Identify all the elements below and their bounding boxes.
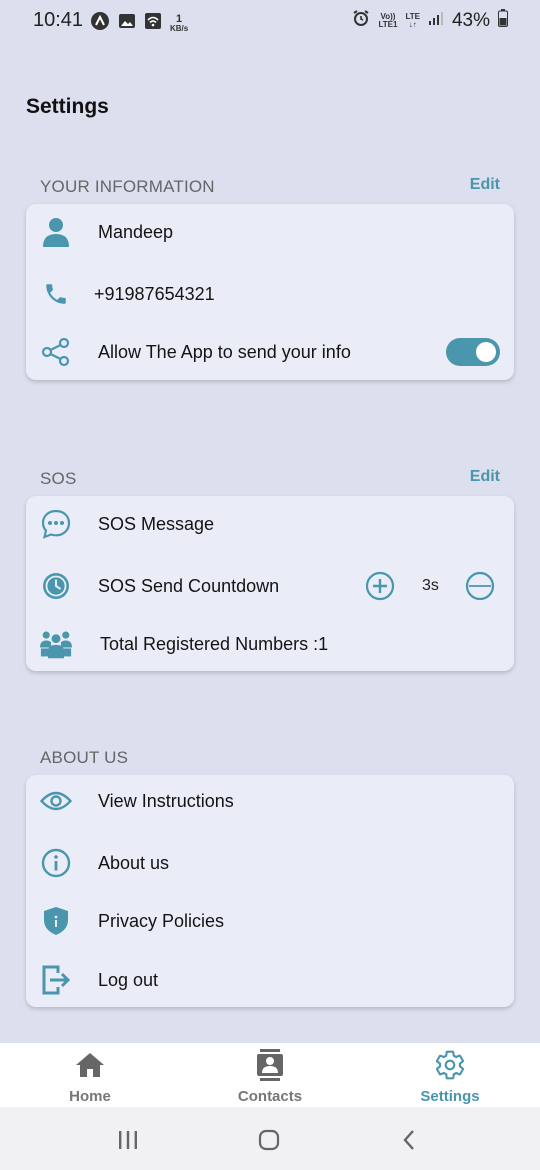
privacy-policies-label: Privacy Policies [98, 910, 225, 931]
share-info-toggle[interactable] [446, 338, 500, 366]
your-info-card: Mandeep +91987654321 Allow The App to se… [26, 204, 514, 380]
logout-row[interactable]: Log out [26, 960, 514, 1000]
contacts-icon [254, 1049, 286, 1081]
about-us-label: About us [98, 852, 170, 873]
chat-bubble-icon [40, 508, 72, 540]
battery-icon [498, 9, 508, 32]
recent-apps-button[interactable] [113, 1125, 143, 1155]
logout-icon [40, 964, 72, 996]
alarm-icon [352, 9, 370, 32]
timer-icon [40, 570, 72, 602]
signal-icon [428, 10, 444, 31]
system-nav-bar [0, 1107, 540, 1170]
increase-countdown-button[interactable] [365, 571, 395, 601]
about-card: View Instructions About us Privacy Polic… [26, 775, 514, 1007]
sos-card: SOS Message SOS Send Countdown 3s Total … [26, 496, 514, 671]
privacy-policies-row[interactable]: Privacy Policies [26, 901, 514, 941]
edit-sos-button[interactable]: Edit [470, 468, 500, 486]
net-speed: 1 KB/s [170, 13, 189, 33]
gallery-notification-icon [118, 12, 136, 35]
volte-indicator: Vo)) LTE1 [378, 11, 398, 29]
home-system-button[interactable] [254, 1125, 284, 1155]
status-bar: 10:41 1 KB/s Vo)) LTE1 LTE ↓↑ 43% [0, 0, 540, 44]
share-icon [40, 336, 72, 368]
battery-percent: 43% [451, 9, 490, 31]
sos-countdown-row: SOS Send Countdown 3s [26, 566, 514, 606]
countdown-value: 3s [422, 577, 439, 594]
name-row[interactable]: Mandeep [26, 212, 514, 252]
toggle-knob [476, 342, 496, 362]
group-icon [40, 628, 72, 660]
shield-icon [40, 905, 72, 937]
view-instructions-row[interactable]: View Instructions [26, 781, 514, 821]
share-info-label: Allow The App to send your info [98, 341, 351, 362]
nav-contacts[interactable]: Contacts [180, 1043, 360, 1107]
lte-indicator: LTE ↓↑ [405, 11, 420, 29]
wifi-box-icon [144, 12, 162, 35]
info-icon [40, 847, 72, 879]
home-icon [74, 1049, 106, 1081]
person-icon [40, 216, 72, 248]
phone-row[interactable]: +91987654321 [26, 274, 514, 314]
user-name: Mandeep [98, 221, 174, 242]
view-instructions-label: View Instructions [98, 790, 234, 811]
logout-label: Log out [98, 969, 159, 990]
nav-home[interactable]: Home [0, 1043, 180, 1107]
section-label-sos: SOS [40, 469, 77, 488]
edit-info-button[interactable]: Edit [470, 176, 500, 194]
eye-icon [40, 785, 72, 817]
bottom-nav: Home Contacts Settings [0, 1043, 540, 1107]
sos-countdown-label: SOS Send Countdown [98, 575, 280, 596]
registered-numbers-row[interactable]: Total Registered Numbers :1 [26, 624, 514, 664]
sos-message-row[interactable]: SOS Message [26, 504, 514, 544]
section-label-about: ABOUT US [40, 748, 129, 767]
page-title: Settings [26, 95, 109, 118]
status-time: 10:41 [33, 9, 84, 31]
settings-icon [434, 1049, 466, 1081]
about-us-row[interactable]: About us [26, 843, 514, 883]
share-info-row: Allow The App to send your info [26, 332, 514, 372]
nav-settings[interactable]: Settings [360, 1043, 540, 1107]
sos-message-label: SOS Message [98, 513, 215, 534]
decrease-countdown-button[interactable] [465, 571, 495, 601]
app-notification-icon [90, 11, 110, 36]
phone-icon [40, 278, 72, 310]
user-phone: +91987654321 [94, 283, 215, 304]
registered-numbers-label: Total Registered Numbers :1 [100, 633, 329, 654]
back-button[interactable] [394, 1125, 424, 1155]
section-label-your-info: YOUR INFORMATION [40, 177, 215, 196]
